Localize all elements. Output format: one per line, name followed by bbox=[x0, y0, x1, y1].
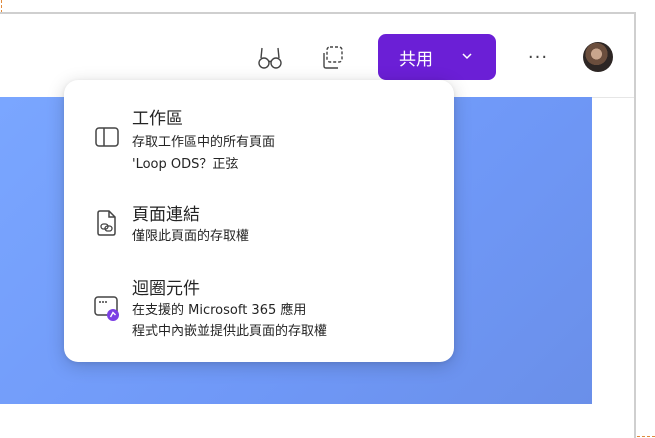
more-options-icon: ··· bbox=[527, 46, 549, 68]
menu-item-title: 頁面連結 bbox=[132, 205, 200, 225]
loop-component-icon bbox=[92, 292, 122, 322]
more-options-button[interactable]: ··· bbox=[524, 44, 552, 70]
copy-link-icon[interactable] bbox=[316, 42, 348, 74]
menu-item-page-link[interactable]: 頁面連結 僅限此頁面的存取權 bbox=[64, 198, 454, 254]
menu-item-description: 在支援的 Microsoft 365 應用 bbox=[132, 303, 307, 318]
glasses-icon[interactable] bbox=[254, 42, 286, 74]
menu-item-description-2: 程式中內嵌並提供此頁面的存取權 bbox=[132, 324, 328, 339]
menu-item-description: 存取工作區中的所有頁面 bbox=[132, 135, 276, 150]
menu-item-description: 僅限此頁面的存取權 bbox=[132, 229, 250, 244]
share-button-label: 共用 bbox=[399, 49, 433, 70]
menu-item-description-2: 'Loop ODS？正弦 bbox=[132, 157, 239, 172]
workspace-panel-icon bbox=[92, 122, 122, 152]
share-button[interactable]: 共用 bbox=[378, 34, 496, 80]
chevron-down-icon[interactable] bbox=[460, 48, 474, 67]
menu-item-title: 工作區 bbox=[132, 109, 183, 129]
share-menu: 工作區 存取工作區中的所有頁面 'Loop ODS？正弦 頁面連結 僅限此頁面的… bbox=[64, 80, 454, 362]
menu-item-workspace[interactable]: 工作區 存取工作區中的所有頁面 'Loop ODS？正弦 bbox=[64, 102, 454, 176]
user-avatar[interactable] bbox=[583, 42, 613, 72]
menu-item-loop-component[interactable]: 迴圈元件 在支援的 Microsoft 365 應用 程式中內嵌並提供此頁面的存… bbox=[64, 272, 454, 342]
page-link-icon bbox=[92, 208, 122, 238]
menu-item-title: 迴圈元件 bbox=[132, 279, 200, 299]
